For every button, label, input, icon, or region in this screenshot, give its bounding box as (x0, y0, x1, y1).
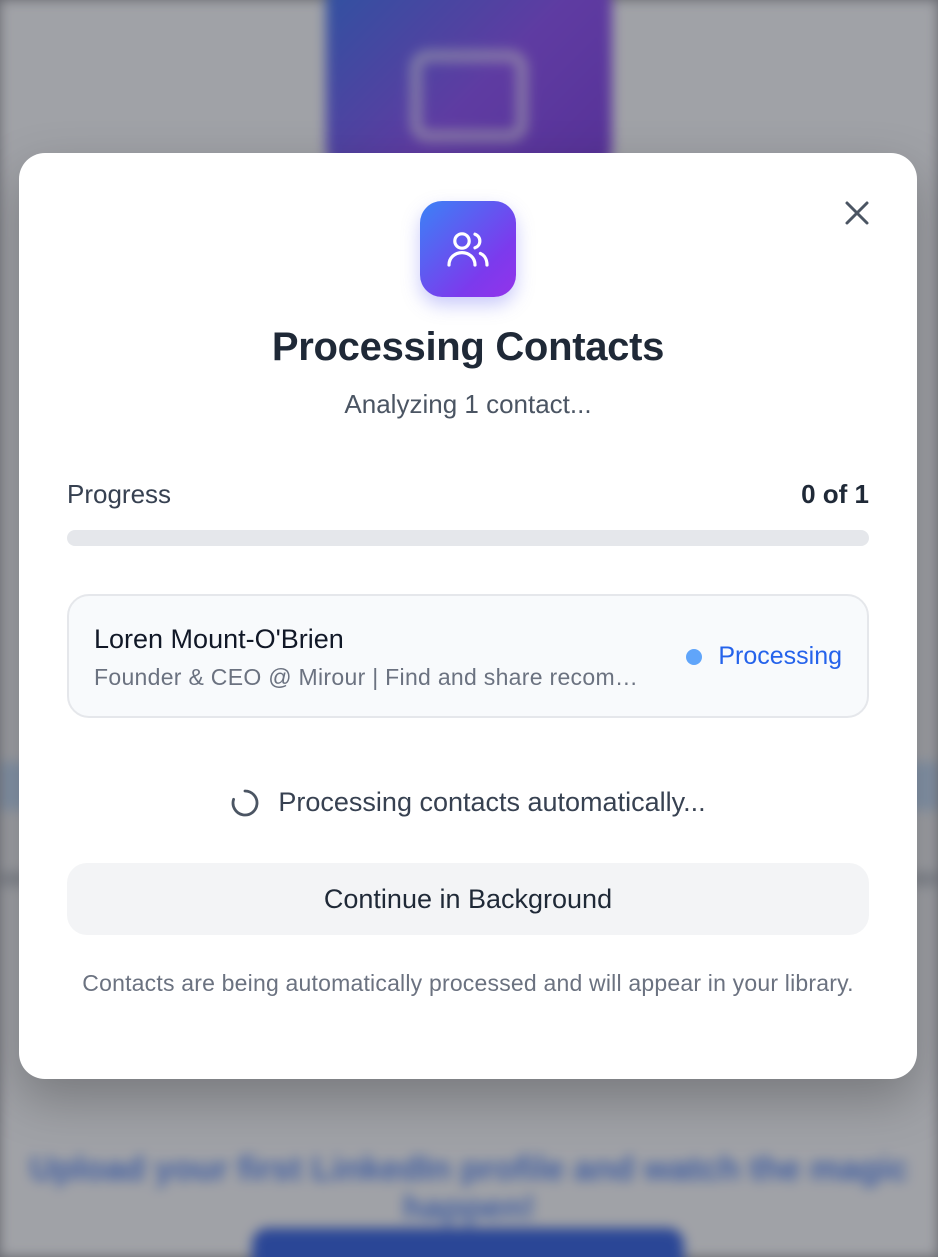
header-icon-tile (420, 201, 516, 297)
progress-bar (67, 530, 869, 546)
progress-count: 0 of 1 (801, 479, 869, 509)
footnote: Contacts are being automatically process… (82, 970, 854, 996)
close-button[interactable] (837, 193, 877, 233)
processing-dialog: Processing Contacts Analyzing 1 contact.… (19, 153, 917, 1079)
status-dot-icon (686, 648, 703, 665)
progress-label: Progress (67, 479, 172, 509)
auto-processing-status: Processing contacts automatically... (19, 787, 917, 818)
contact-headline: Founder & CEO @ Mirour | Find and share … (94, 664, 654, 690)
dialog-title: Processing Contacts (271, 325, 665, 369)
dialog-subtitle: Analyzing 1 contact... (344, 389, 592, 419)
spinner-icon (232, 789, 259, 816)
status-text: Processing (718, 642, 842, 670)
contact-name: Loren Mount-O'Brien (94, 624, 344, 654)
users-icon (447, 232, 489, 267)
auto-processing-text: Processing contacts automatically... (278, 787, 706, 817)
continue-in-background-button[interactable]: Continue in Background (67, 863, 869, 935)
status-badge: Processing (686, 642, 842, 671)
close-icon (845, 201, 869, 225)
contact-card: Loren Mount-O'Brien Founder & CEO @ Miro… (67, 594, 869, 718)
